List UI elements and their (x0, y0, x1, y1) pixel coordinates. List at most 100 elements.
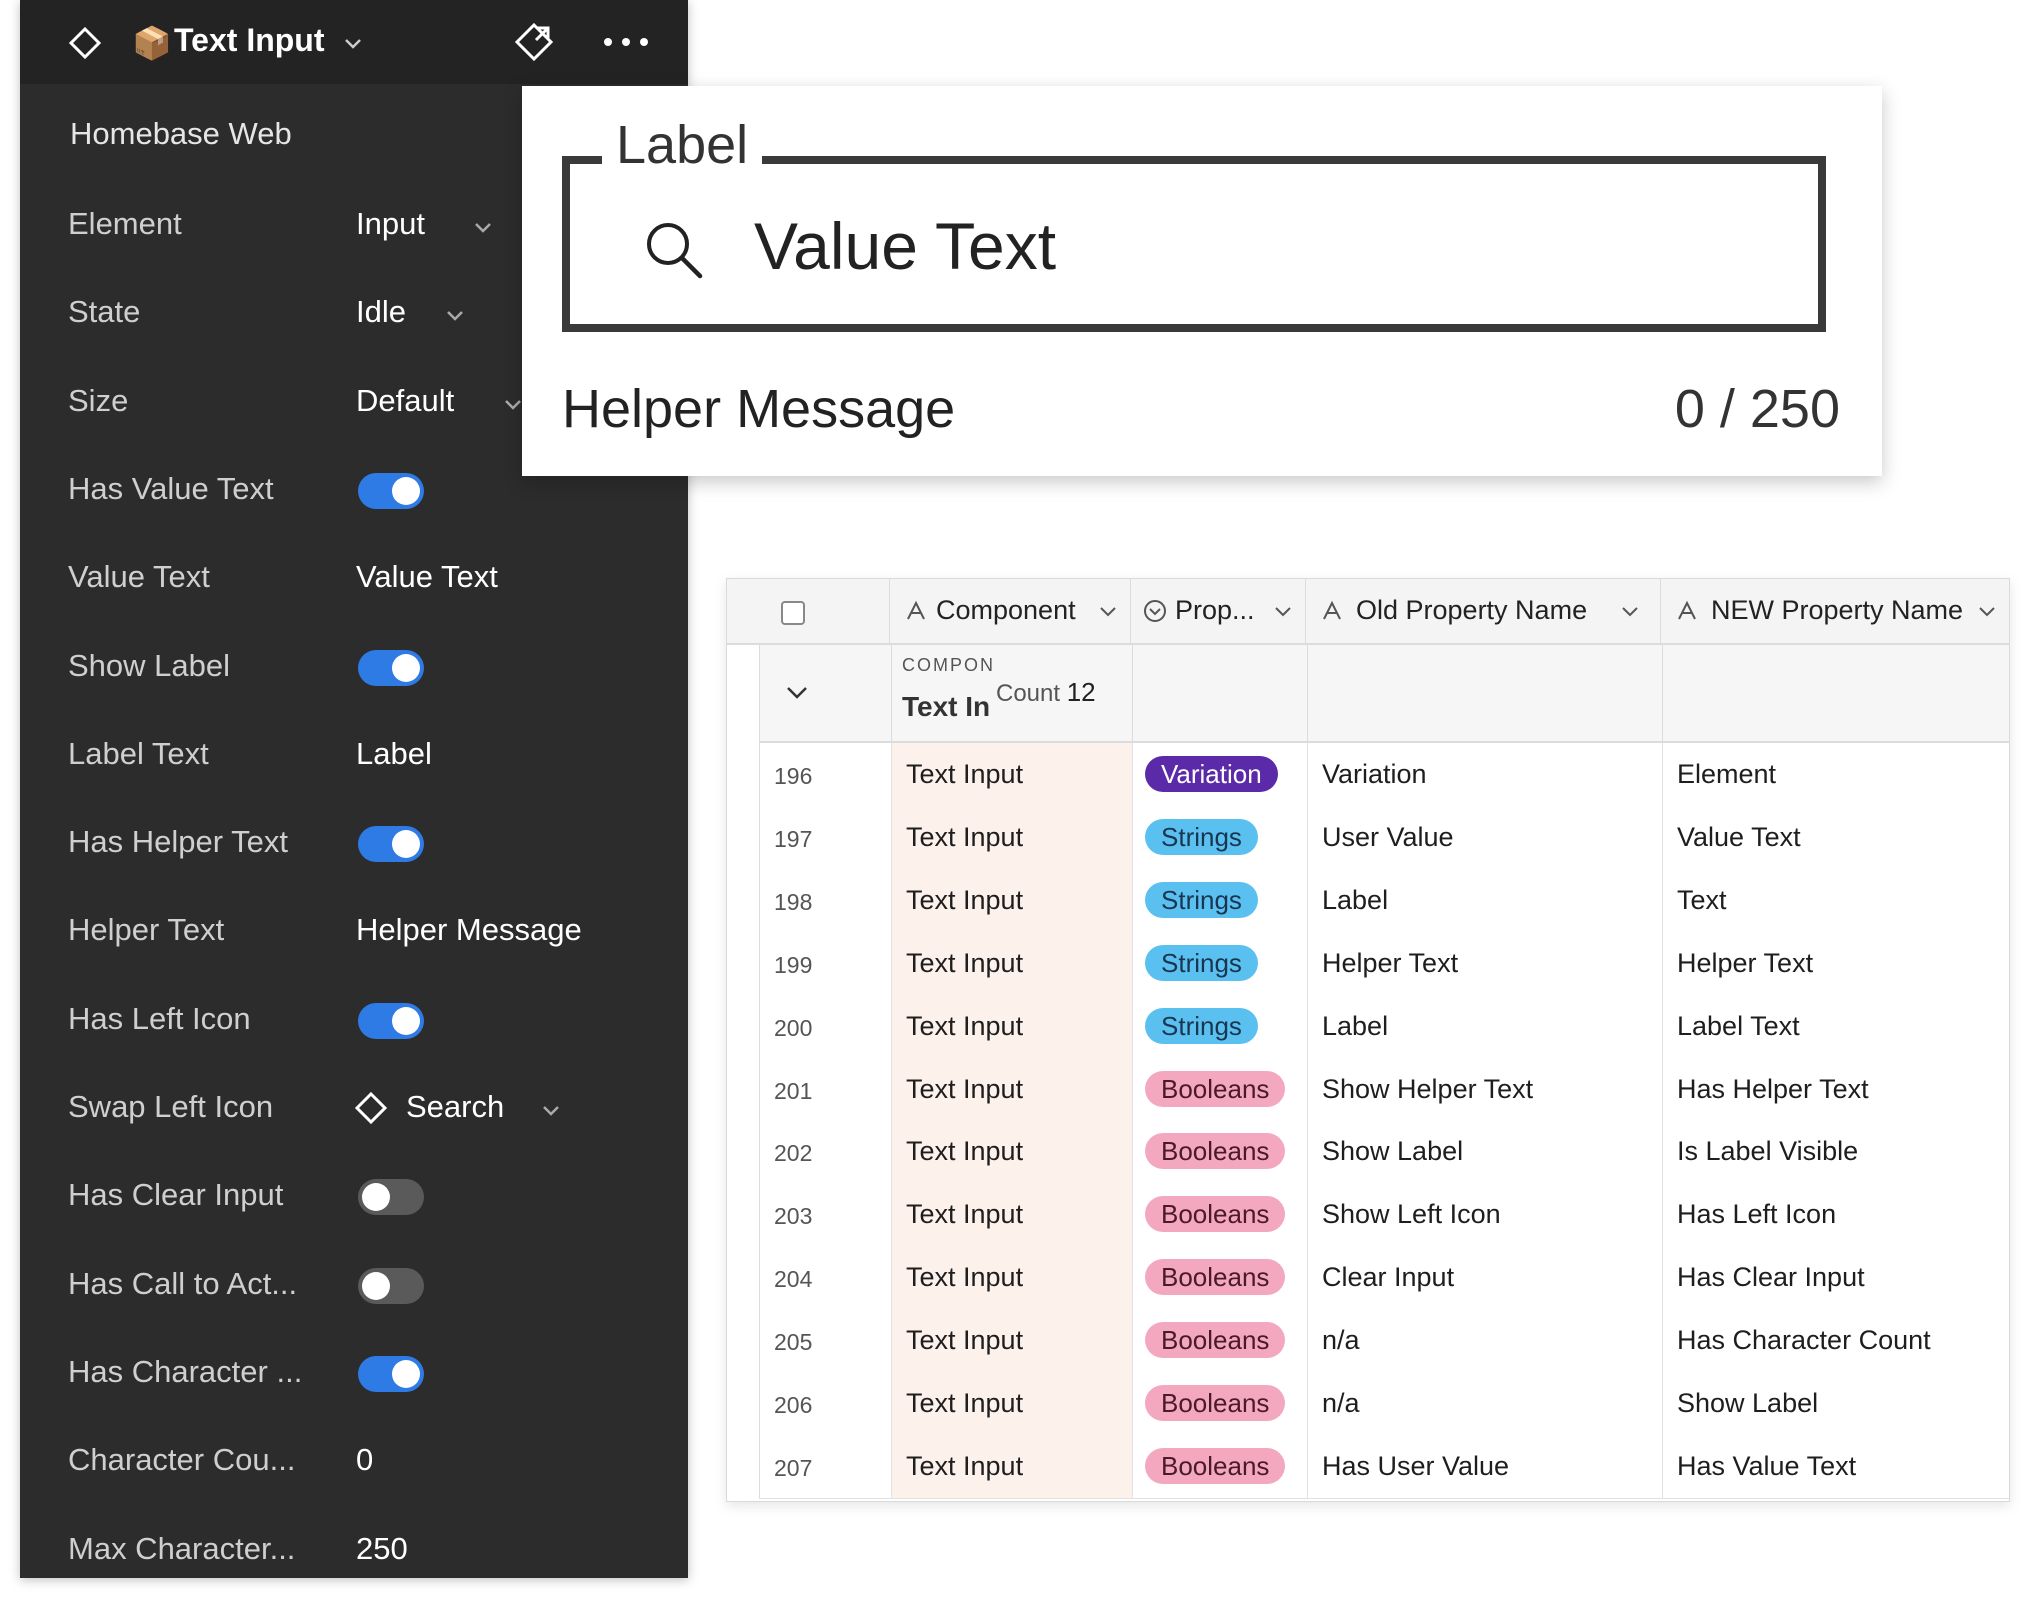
chevron-down-icon[interactable] (1273, 601, 1293, 621)
chevron-down-icon[interactable] (1977, 601, 1997, 621)
property-row[interactable]: Has Clear Input (20, 1167, 688, 1227)
property-row[interactable]: Label Text Label (20, 726, 688, 786)
prop-type-cell[interactable]: Variation (1133, 743, 1308, 806)
property-text-value[interactable]: Value Text (356, 559, 498, 595)
chevron-down-icon[interactable] (502, 393, 524, 415)
property-toggle[interactable] (358, 1002, 424, 1039)
new-property-cell[interactable]: Has Value Text (1663, 1435, 2009, 1498)
prop-type-cell[interactable]: Booleans (1133, 1434, 1308, 1498)
table-row[interactable]: 205 Text Input Booleans n/a Has Character Co… (759, 1309, 2009, 1374)
property-row[interactable]: Max Character... 250 (20, 1521, 688, 1581)
prop-type-cell[interactable]: Booleans (1133, 1309, 1308, 1373)
detach-instance-icon[interactable] (512, 20, 556, 64)
chevron-down-icon[interactable] (472, 216, 494, 238)
table-row[interactable]: 207 Text Input Booleans Has User Value Has V… (759, 1434, 2009, 1499)
prop-type-cell[interactable]: Booleans (1133, 1372, 1308, 1435)
old-property-cell[interactable]: Clear Input (1308, 1246, 1663, 1310)
table-row[interactable]: 197 Text Input Strings User Value Value Text (759, 805, 2009, 870)
component-cell[interactable]: Text Input (892, 805, 1133, 869)
new-property-cell[interactable]: Show Label (1663, 1372, 2009, 1435)
new-property-cell[interactable]: Label Text (1663, 995, 2009, 1058)
property-dropdown-value[interactable]: Idle (356, 294, 406, 330)
chevron-down-icon[interactable] (1098, 601, 1118, 621)
prop-type-cell[interactable]: Strings (1133, 931, 1308, 995)
component-cell[interactable]: Text Input (892, 1183, 1133, 1247)
property-dropdown-value[interactable]: Default (356, 383, 454, 419)
property-row[interactable]: Has Character ... (20, 1344, 688, 1404)
new-property-cell[interactable]: Text (1663, 869, 2009, 932)
library-name[interactable]: Homebase Web (70, 116, 292, 152)
component-cell[interactable]: Text Input (892, 868, 1133, 932)
prop-type-cell[interactable]: Strings (1133, 805, 1308, 869)
old-property-cell[interactable]: Has User Value (1308, 1434, 1663, 1498)
component-cell[interactable]: Text Input (892, 1246, 1133, 1310)
chevron-down-icon[interactable] (444, 304, 466, 326)
table-row[interactable]: 200 Text Input Strings Label Label Text (759, 994, 2009, 1059)
prop-type-cell[interactable]: Booleans (1133, 1246, 1308, 1310)
property-toggle[interactable] (358, 649, 424, 686)
prop-type-cell[interactable]: Booleans (1133, 1057, 1308, 1121)
property-row[interactable]: Show Label (20, 638, 688, 698)
column-header-component[interactable]: Component (890, 579, 1131, 643)
component-cell[interactable]: Text Input (892, 1120, 1133, 1184)
old-property-cell[interactable]: Show Helper Text (1308, 1057, 1663, 1121)
property-text-value[interactable]: Helper Message (356, 912, 582, 948)
component-cell[interactable]: Text Input (892, 743, 1133, 806)
old-property-cell[interactable]: n/a (1308, 1309, 1663, 1373)
select-all-checkbox[interactable] (781, 601, 805, 625)
prop-type-cell[interactable]: Booleans (1133, 1183, 1308, 1247)
property-text-value[interactable]: 250 (356, 1531, 408, 1567)
property-toggle[interactable] (358, 1267, 424, 1304)
table-row[interactable]: 201 Text Input Booleans Show Helper Text Has… (759, 1057, 2009, 1122)
prop-type-cell[interactable]: Booleans (1133, 1120, 1308, 1184)
component-title[interactable]: Text Input (174, 22, 325, 59)
old-property-cell[interactable]: n/a (1308, 1372, 1663, 1435)
column-header-prop[interactable]: Prop... (1131, 579, 1306, 643)
old-property-cell[interactable]: User Value (1308, 805, 1663, 869)
new-property-cell[interactable]: Helper Text (1663, 932, 2009, 995)
table-row[interactable]: 202 Text Input Booleans Show Label Is Label … (759, 1120, 2009, 1185)
table-row[interactable]: 206 Text Input Booleans n/a Show Label (759, 1372, 2009, 1436)
more-options-icon[interactable] (598, 22, 654, 62)
property-toggle[interactable] (358, 1179, 424, 1216)
property-toggle[interactable] (358, 826, 424, 863)
property-row[interactable]: Helper Text Helper Message (20, 902, 688, 962)
component-cell[interactable]: Text Input (892, 994, 1133, 1058)
property-text-value[interactable]: Label (356, 736, 432, 772)
new-property-cell[interactable]: Has Clear Input (1663, 1246, 2009, 1309)
old-property-cell[interactable]: Helper Text (1308, 931, 1663, 995)
table-row[interactable]: 196 Text Input Variation Variation Element (759, 743, 2009, 807)
new-property-cell[interactable]: Is Label Visible (1663, 1120, 2009, 1183)
old-property-cell[interactable]: Label (1308, 994, 1663, 1058)
chevron-down-icon[interactable] (1620, 601, 1640, 621)
table-row[interactable]: 203 Text Input Booleans Show Left Icon Has L… (759, 1183, 2009, 1248)
column-header-new-property[interactable]: NEW Property Name (1661, 579, 2009, 643)
component-cell[interactable]: Text Input (892, 1372, 1133, 1435)
property-row[interactable]: Value Text Value Text (20, 549, 688, 609)
property-row[interactable]: Character Cou... 0 (20, 1432, 688, 1492)
property-row[interactable]: Has Call to Act... (20, 1256, 688, 1316)
new-property-cell[interactable]: Has Character Count (1663, 1309, 2009, 1372)
property-toggle[interactable] (358, 1355, 424, 1392)
chevron-down-icon[interactable] (540, 1099, 562, 1121)
column-header-old-property[interactable]: Old Property Name (1306, 579, 1661, 643)
property-row[interactable]: Swap Left Icon Search (20, 1079, 688, 1139)
new-property-cell[interactable]: Has Left Icon (1663, 1183, 2009, 1246)
table-row[interactable]: 199 Text Input Strings Helper Text Helper Te… (759, 931, 2009, 996)
old-property-cell[interactable]: Show Label (1308, 1120, 1663, 1184)
old-property-cell[interactable]: Variation (1308, 743, 1663, 806)
collapse-group-chevron-icon[interactable] (784, 679, 810, 705)
table-row[interactable]: 198 Text Input Strings Label Text (759, 868, 2009, 933)
old-property-cell[interactable]: Label (1308, 868, 1663, 932)
property-row[interactable]: Has Helper Text (20, 814, 688, 874)
property-row[interactable]: Has Left Icon (20, 991, 688, 1051)
component-cell[interactable]: Text Input (892, 1434, 1133, 1498)
component-cell[interactable]: Text Input (892, 931, 1133, 995)
new-property-cell[interactable]: Value Text (1663, 806, 2009, 869)
old-property-cell[interactable]: Show Left Icon (1308, 1183, 1663, 1247)
prop-type-cell[interactable]: Strings (1133, 868, 1308, 932)
instance-swap-value[interactable]: Search (406, 1089, 504, 1125)
property-dropdown-value[interactable]: Input (356, 206, 425, 242)
new-property-cell[interactable]: Element (1663, 743, 2009, 806)
new-property-cell[interactable]: Has Helper Text (1663, 1058, 2009, 1121)
